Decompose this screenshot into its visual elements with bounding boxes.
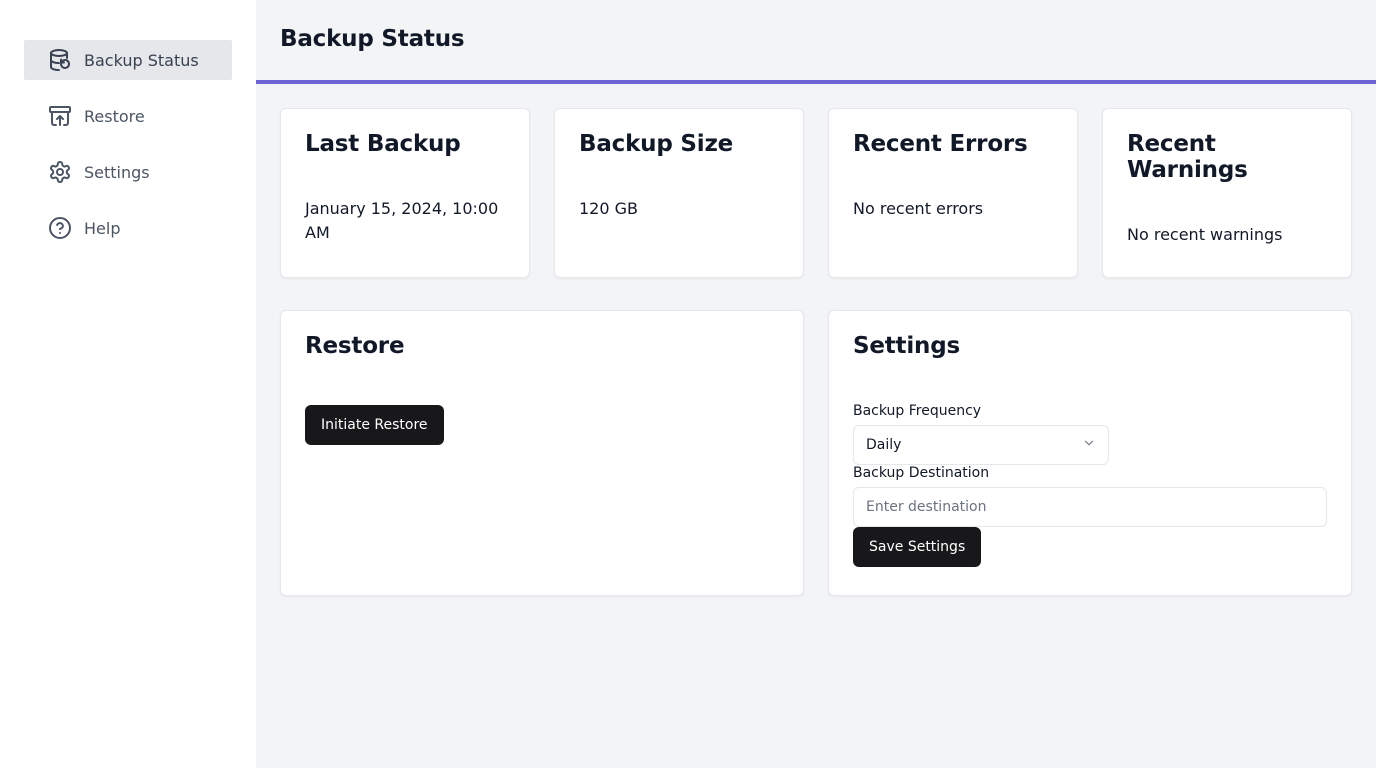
- card-title: Recent Errors: [853, 131, 1028, 157]
- card-value: 120 GB: [579, 199, 638, 218]
- sidebar-item-label: Backup Status: [84, 50, 199, 70]
- main-content: Backup Status Last Backup January 15, 20…: [256, 0, 1376, 768]
- page-header: Backup Status: [256, 0, 1376, 84]
- sidebar-item-backup-status[interactable]: Backup Status: [24, 40, 232, 80]
- card-value: January 15, 2024, 10:00 AM: [305, 199, 499, 242]
- sidebar-item-label: Help: [84, 218, 121, 238]
- backup-size-card: Backup Size 120 GB: [554, 108, 804, 278]
- sidebar-item-help[interactable]: Help: [24, 208, 232, 248]
- recent-errors-card: Recent Errors No recent errors: [828, 108, 1078, 278]
- last-backup-card: Last Backup January 15, 2024, 10:00 AM: [280, 108, 530, 278]
- gear-icon: [48, 160, 72, 184]
- database-backup-icon: [48, 48, 72, 72]
- initiate-restore-button[interactable]: Initiate Restore: [305, 405, 444, 445]
- dashboard-content: Last Backup January 15, 2024, 10:00 AM B…: [256, 84, 1376, 596]
- restore-panel: Restore Initiate Restore: [280, 310, 804, 596]
- backup-frequency-value: Daily: [866, 437, 902, 453]
- chevron-down-icon: [1082, 436, 1096, 454]
- card-title: Backup Size: [579, 131, 734, 157]
- backup-frequency-select[interactable]: Daily: [853, 425, 1109, 465]
- help-circle-icon: [48, 216, 72, 240]
- card-value: No recent errors: [853, 199, 984, 218]
- sidebar-item-restore[interactable]: Restore: [24, 96, 232, 136]
- restore-title: Restore: [305, 333, 405, 359]
- card-title: Recent Warnings: [1127, 131, 1248, 183]
- settings-title: Settings: [853, 333, 960, 359]
- sidebar: Backup Status Restore Settings Help: [0, 0, 256, 768]
- backup-frequency-label: Backup Frequency: [853, 403, 982, 419]
- archive-restore-icon: [48, 104, 72, 128]
- sidebar-item-settings[interactable]: Settings: [24, 152, 232, 192]
- card-title: Last Backup: [305, 131, 461, 157]
- bottom-row: Restore Initiate Restore Settings Backup…: [280, 310, 1352, 596]
- recent-warnings-card: Recent Warnings No recent warnings: [1102, 108, 1352, 278]
- settings-panel: Settings Backup Frequency Daily Backup D…: [828, 310, 1352, 596]
- backup-destination-input[interactable]: [853, 487, 1327, 527]
- sidebar-item-label: Settings: [84, 162, 150, 182]
- stats-row: Last Backup January 15, 2024, 10:00 AM B…: [280, 108, 1352, 278]
- save-settings-button[interactable]: Save Settings: [853, 527, 982, 567]
- app-root: Backup Status Restore Settings Help Back…: [0, 0, 1376, 768]
- backup-destination-label: Backup Destination: [853, 465, 990, 481]
- sidebar-item-label: Restore: [84, 106, 145, 126]
- card-value: No recent warnings: [1127, 225, 1283, 244]
- page-title: Backup Status: [280, 26, 465, 52]
